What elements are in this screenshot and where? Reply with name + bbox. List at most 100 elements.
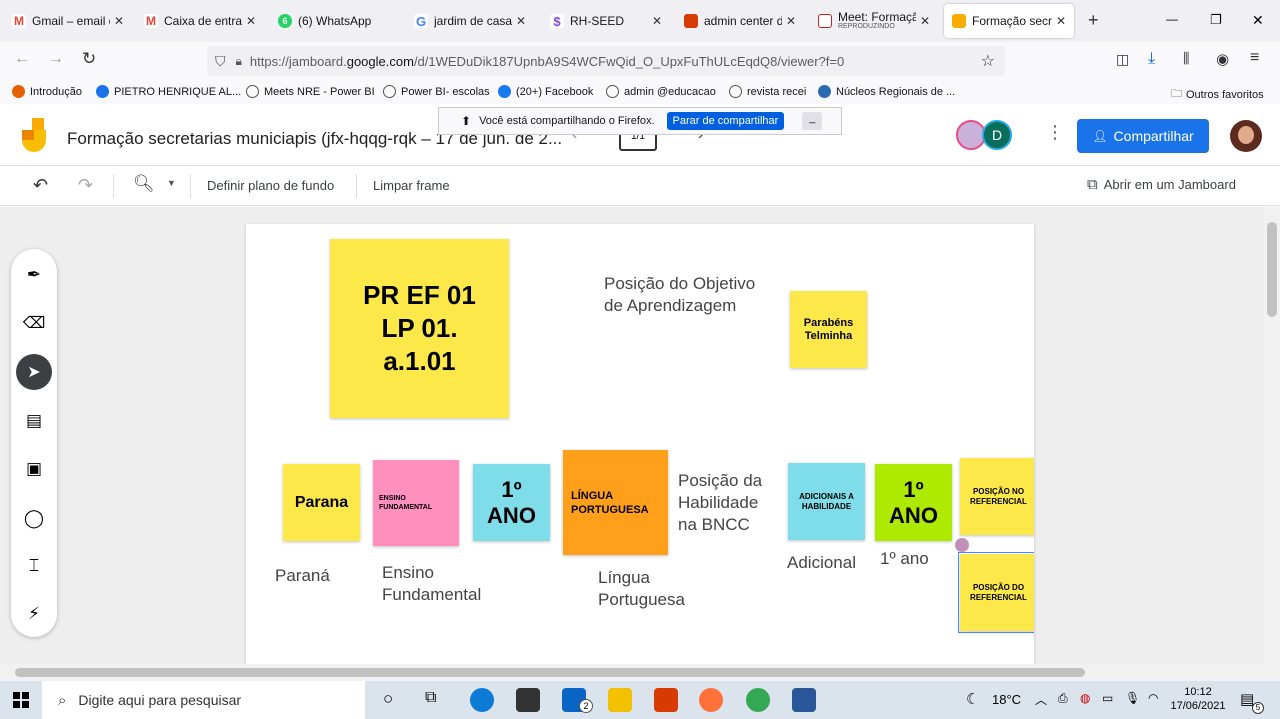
sticky-note[interactable]: 1º ANO	[875, 464, 952, 541]
sticky-note[interactable]: POSIÇÃO NO REFERENCIAL	[960, 458, 1034, 535]
vertical-scrollbar[interactable]	[1264, 207, 1280, 664]
tab-jamboard-active[interactable]: Formação secret ✕	[944, 4, 1074, 38]
forward-arrow-icon[interactable]: →	[48, 50, 64, 68]
tab-rh-seed[interactable]: $ RH-SEED ✕	[542, 4, 670, 38]
user-avatar[interactable]	[1230, 120, 1262, 152]
menu-icon[interactable]: ≡	[1250, 49, 1259, 67]
tab-admin-center[interactable]: admin center do ✕	[676, 4, 804, 38]
tab-whatsapp[interactable]: 6 (6) WhatsApp	[270, 4, 398, 38]
windows-start-icon[interactable]	[13, 692, 29, 708]
new-tab-button[interactable]: +	[1088, 10, 1099, 31]
office-icon[interactable]	[654, 688, 678, 712]
taskbar-search-input[interactable]: ⌕ Digite aqui para pesquisar	[42, 681, 365, 719]
text-box-icon[interactable]: ⌶	[16, 548, 52, 584]
sticky-note-icon[interactable]: ▤	[16, 403, 52, 439]
clear-frame-button[interactable]: Limpar frame	[373, 178, 450, 193]
open-in-jamboard-button[interactable]: ⧉ Abrir em um Jamboard	[1087, 176, 1236, 193]
scroll-thumb[interactable]	[1267, 222, 1277, 317]
bookmark-revista[interactable]: revista recei	[729, 85, 806, 98]
zoom-icon[interactable]: 🔍︎	[133, 174, 155, 194]
library-icon[interactable]: ⫼	[1183, 50, 1189, 67]
jam-frame[interactable]: PR EF 01 LP 01. a.1.01 Posição do Objeti…	[246, 224, 1034, 664]
chevron-down-icon[interactable]: ▼	[167, 178, 176, 188]
select-pointer-icon[interactable]: ➤	[16, 354, 52, 390]
weather-temp[interactable]: 18°C	[992, 692, 1021, 707]
close-tab-icon[interactable]: ✕	[246, 14, 256, 28]
bookmark-facebook[interactable]: (20+) Facebook	[498, 85, 593, 98]
store-icon[interactable]	[516, 688, 540, 712]
window-minimize-button[interactable]: —	[1166, 12, 1178, 26]
sticky-note-selected[interactable]: POSIÇÃO DO REFERENCIAL	[958, 552, 1034, 633]
task-view-icon[interactable]: ⧉	[425, 689, 436, 707]
set-background-button[interactable]: Definir plano de fundo	[207, 178, 334, 193]
microphone-icon[interactable]: 🎙︎	[1125, 691, 1140, 705]
account-icon[interactable]: ◉	[1216, 50, 1229, 68]
frame-text[interactable]: Paraná	[275, 565, 330, 587]
file-explorer-icon[interactable]	[608, 688, 632, 712]
more-options-icon[interactable]: ⋮	[1046, 122, 1064, 143]
close-tab-icon[interactable]: ✕	[114, 14, 124, 28]
other-bookmarks[interactable]: 🗀 Outros favoritos	[1171, 85, 1264, 104]
frame-text[interactable]: 1º ano	[880, 548, 929, 570]
sticky-note[interactable]: ENSINO FUNDAMENTAL	[373, 460, 459, 546]
download-icon[interactable]: ⤓	[1148, 50, 1155, 68]
clock[interactable]: 10:12 17/06/2021	[1166, 685, 1230, 713]
circle-shape-icon[interactable]: ◯	[16, 500, 52, 536]
close-tab-icon[interactable]: ✕	[1056, 14, 1066, 28]
sticky-note[interactable]: PR EF 01 LP 01. a.1.01	[330, 239, 509, 418]
tab-gmail[interactable]: M Gmail – email d ✕	[4, 4, 132, 38]
close-tab-icon[interactable]: ✕	[516, 14, 526, 28]
frame-text[interactable]: Língua Portuguesa	[598, 567, 708, 611]
pocket-icon[interactable]: ◫	[1116, 51, 1129, 68]
close-tab-icon[interactable]: ✕	[652, 14, 662, 28]
edge-icon[interactable]	[470, 688, 494, 712]
horizontal-scrollbar[interactable]	[0, 664, 1280, 681]
wifi-icon[interactable]: ◠	[1148, 691, 1158, 705]
back-arrow-icon[interactable]: ←	[14, 50, 30, 68]
bookmark-power-bi[interactable]: Power BI- escolas	[383, 85, 490, 98]
tray-icon[interactable]: ⎙	[1058, 691, 1068, 706]
frame-text[interactable]: Posição do Objetivo de Aprendizagem	[604, 273, 764, 317]
eraser-icon[interactable]: ⌫	[16, 305, 52, 341]
stop-sharing-button[interactable]: Parar de compartilhar	[666, 112, 785, 130]
sticky-note[interactable]: LÍNGUA PORTUGUESA	[563, 450, 668, 555]
share-button[interactable]: 👤︎ Compartilhar	[1077, 119, 1209, 153]
firefox-icon[interactable]	[699, 688, 723, 712]
sticky-note[interactable]: ADICIONAIS A HABILIDADE	[788, 463, 865, 540]
laser-icon[interactable]: ⚡	[16, 596, 52, 632]
url-bar[interactable]: ⛉ 🔒︎ https://jamboard. google.com/d/1WEDu…	[207, 46, 1005, 76]
bookmark-pietro[interactable]: PIETRO HENRIQUE AL...	[96, 85, 241, 98]
frame-text[interactable]: Posição da Habilidade na BNCC	[678, 470, 778, 536]
chevron-up-icon[interactable]: ︿	[1035, 691, 1047, 708]
sticky-note[interactable]: Parabéns Telminha	[790, 291, 867, 368]
frame-text[interactable]: Adicional	[787, 552, 856, 574]
bookmark-nucleos[interactable]: Núcleos Regionais de ...	[818, 85, 955, 98]
cortana-icon[interactable]: ○	[383, 689, 393, 709]
sticky-note[interactable]: 1º ANO	[473, 464, 550, 541]
window-close-button[interactable]: ✕	[1252, 12, 1264, 29]
bookmark-introducao[interactable]: Introdução	[12, 85, 82, 98]
undo-icon[interactable]: ↶	[33, 175, 48, 196]
bookmark-admin-educacao[interactable]: admin @educacao	[606, 85, 716, 98]
image-icon[interactable]: ▣	[16, 451, 52, 487]
close-tab-icon[interactable]: ✕	[786, 14, 796, 28]
bookmark-star-icon[interactable]: ☆	[981, 51, 995, 71]
redo-icon[interactable]: ↷	[78, 175, 93, 196]
frame-text[interactable]: Ensino Fundamental	[382, 562, 502, 606]
tab-google-search[interactable]: G jardim de casa d ✕	[406, 4, 534, 38]
tab-caixa-de-entrada[interactable]: M Caixa de entrad ✕	[136, 4, 264, 38]
minimize-banner-button[interactable]: _	[802, 112, 823, 130]
share-banner-text: Você está compartilhando o Firefox.	[479, 115, 655, 127]
pen-icon[interactable]: ✒	[16, 257, 52, 293]
sticky-note[interactable]: Parana	[283, 464, 360, 541]
scroll-thumb[interactable]	[15, 668, 1085, 677]
tab-meet[interactable]: Meet: Formação REPRODUZINDO ✕	[810, 4, 938, 38]
window-restore-button[interactable]: ❐	[1210, 12, 1222, 28]
chrome-icon[interactable]	[746, 688, 770, 712]
battery-icon[interactable]: ▭	[1102, 691, 1113, 705]
reload-icon[interactable]: ↻	[82, 49, 96, 69]
close-tab-icon[interactable]: ✕	[920, 14, 930, 28]
tray-icon[interactable]: ◍	[1080, 691, 1090, 705]
word-icon[interactable]	[792, 688, 816, 712]
bookmark-meets-nre[interactable]: Meets NRE - Power BI	[246, 85, 375, 98]
